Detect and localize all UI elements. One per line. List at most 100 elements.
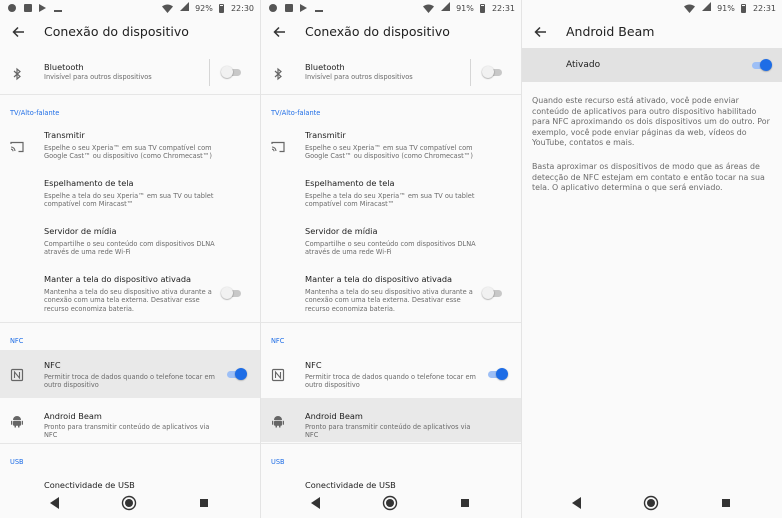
setting-servidor[interactable]: Servidor de mídia Compartilhe o seu cont… (261, 220, 521, 264)
image-icon (284, 3, 293, 12)
section-header-usb: USB (10, 458, 24, 466)
nfc-toggle[interactable] (486, 368, 508, 380)
signal-icon (440, 2, 450, 15)
setting-subtitle: Invisível para outros dispositivos (44, 73, 152, 81)
navigation-bar (0, 488, 260, 518)
status-bar: 91% 22:31 (261, 0, 521, 16)
vertical-divider (470, 59, 471, 86)
play-icon (300, 3, 308, 12)
manter-tela-toggle[interactable] (221, 287, 243, 299)
setting-subtitle: Permitir troca de dados quando o telefon… (44, 373, 215, 390)
divider (0, 94, 260, 95)
battery-percent: 92% (195, 3, 213, 13)
nfc-icon (271, 367, 285, 382)
android-beam-master-switch[interactable]: Ativado (522, 48, 782, 82)
setting-espelhamento[interactable]: Espelhamento de tela Espelhe a tela do s… (261, 172, 521, 216)
android-icon (271, 413, 285, 428)
clock: 22:31 (752, 3, 776, 13)
bluetooth-toggle[interactable] (482, 66, 504, 78)
switch-label: Ativado (566, 60, 601, 70)
setting-transmitir[interactable]: Transmitir Espelhe o seu Xperia™ em sua … (261, 124, 521, 166)
app-bar: Conexão do dispositivo (0, 16, 260, 48)
setting-subtitle: Espelhe o seu Xperia™ em sua TV compatív… (305, 144, 473, 161)
image-icon (23, 3, 32, 12)
battery-percent: 91% (456, 3, 474, 13)
clock: 22:30 (230, 3, 254, 13)
signal-icon (179, 2, 189, 15)
vertical-divider (209, 59, 210, 86)
setting-title: Transmitir (44, 130, 85, 140)
setting-manter-tela[interactable]: Manter a tela do dispositivo ativada Man… (0, 268, 260, 320)
setting-subtitle: Invisível para outros dispositivos (305, 73, 413, 81)
recents-square-icon[interactable] (457, 495, 473, 511)
back-triangle-icon[interactable] (569, 495, 585, 511)
setting-transmitir[interactable]: Transmitir Espelhe o seu Xperia™ em sua … (0, 124, 260, 166)
nfc-toggle[interactable] (225, 368, 247, 380)
settings-panel-2: 91% 22:31 Conexão do dispositivo Bluetoo… (261, 0, 521, 518)
setting-title: Manter a tela do dispositivo ativada (305, 274, 453, 284)
beam-description-1: Quando este recurso está ativado, você p… (532, 96, 770, 148)
setting-android-beam[interactable]: Android Beam Pronto para transmitir cont… (0, 400, 260, 442)
section-header-nfc: NFC (10, 337, 24, 345)
navigation-bar (522, 488, 782, 518)
divider (261, 322, 521, 323)
setting-title: Espelhamento de tela (44, 178, 134, 188)
back-triangle-icon[interactable] (308, 495, 324, 511)
status-bar: 91% 22:31 (522, 0, 782, 16)
setting-subtitle: Permitir troca de dados quando o telefon… (305, 373, 476, 390)
cast-icon (271, 139, 285, 153)
cast-icon (10, 139, 24, 153)
bluetooth-toggle[interactable] (221, 66, 243, 78)
navigation-bar (261, 488, 521, 518)
setting-subtitle: Espelhe a tela do seu Xperia™ em sua TV … (44, 192, 214, 209)
beam-description-2: Basta aproximar os dispositivos de modo … (532, 162, 765, 193)
android-beam-toggle[interactable] (750, 59, 772, 71)
setting-subtitle: Espelhe a tela do seu Xperia™ em sua TV … (305, 192, 475, 209)
section-header-nfc: NFC (271, 337, 285, 345)
wifi-icon (422, 4, 434, 13)
setting-android-beam[interactable]: Android Beam Pronto para transmitir cont… (261, 398, 521, 442)
setting-nfc[interactable]: NFC Permitir troca de dados quando o tel… (0, 350, 260, 398)
setting-nfc[interactable]: NFC Permitir troca de dados quando o tel… (261, 350, 521, 398)
back-arrow-icon[interactable] (9, 22, 29, 42)
app-bar: Android Beam (522, 16, 782, 48)
setting-bluetooth[interactable]: Bluetooth Invisível para outros disposit… (0, 54, 260, 92)
settings-panel-1: 92% 22:30 Conexão do dispositivo Bluetoo… (0, 0, 260, 518)
setting-usb[interactable]: Conectividade de USB (0, 472, 260, 490)
manter-tela-toggle[interactable] (482, 287, 504, 299)
divider (261, 443, 521, 444)
back-arrow-icon[interactable] (270, 22, 290, 42)
back-triangle-icon[interactable] (47, 495, 63, 511)
setting-espelhamento[interactable]: Espelhamento de tela Espelhe a tela do s… (0, 172, 260, 216)
setting-subtitle: Mantenha a tela do seu dispositivo ativa… (44, 288, 212, 313)
clock: 22:31 (491, 3, 515, 13)
setting-manter-tela[interactable]: Manter a tela do dispositivo ativada Man… (261, 268, 521, 320)
download-icon (53, 4, 62, 12)
home-circle-icon[interactable] (121, 495, 137, 511)
status-bar: 92% 22:30 (0, 0, 260, 16)
setting-title: Transmitir (305, 130, 346, 140)
home-circle-icon[interactable] (643, 495, 659, 511)
setting-bluetooth[interactable]: Bluetooth Invisível para outros disposit… (261, 54, 521, 92)
recents-square-icon[interactable] (196, 495, 212, 511)
setting-usb[interactable]: Conectividade de USB (261, 472, 521, 490)
home-circle-icon[interactable] (382, 495, 398, 511)
setting-subtitle: Compartilhe o seu conteúdo com dispositi… (305, 240, 476, 257)
setting-servidor[interactable]: Servidor de mídia Compartilhe o seu cont… (0, 220, 260, 264)
play-icon (39, 3, 47, 12)
android-beam-panel: 91% 22:31 Android Beam Ativado Quando es… (522, 0, 782, 518)
nfc-icon (10, 367, 24, 382)
wifi-icon (161, 4, 173, 13)
setting-title: Bluetooth (305, 62, 345, 72)
android-icon (10, 413, 24, 428)
setting-subtitle: Mantenha a tela do seu dispositivo ativa… (305, 288, 473, 313)
battery-icon (480, 4, 486, 13)
download-icon (314, 4, 323, 12)
section-header-tv: TV/Alto-falante (271, 109, 321, 117)
recents-square-icon[interactable] (718, 495, 734, 511)
page-title: Android Beam (566, 24, 655, 39)
page-title: Conexão do dispositivo (44, 24, 189, 39)
bluetooth-icon (271, 66, 285, 81)
setting-title: Servidor de mídia (305, 226, 378, 236)
back-arrow-icon[interactable] (531, 22, 551, 42)
